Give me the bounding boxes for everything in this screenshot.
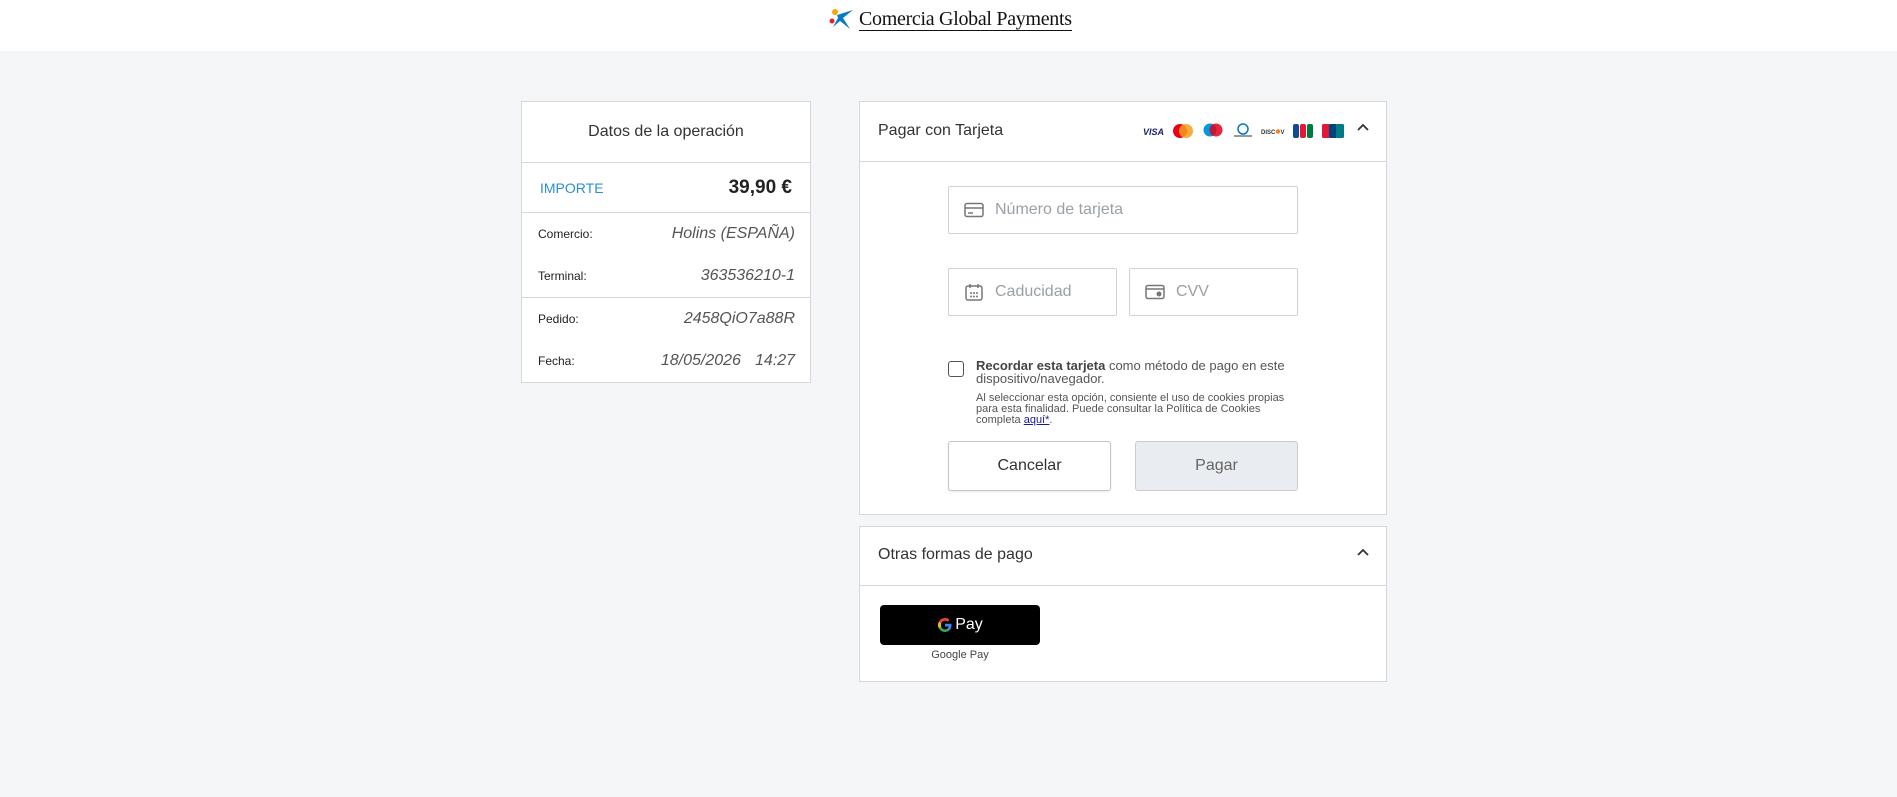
- terminal-value: 363536210-1: [700, 267, 795, 284]
- other-payments-panel: Otras formas de pago Pay Google Pay: [859, 526, 1387, 682]
- chevron-up-icon[interactable]: [1356, 545, 1370, 559]
- date-value: 18/05/2026 14:27: [661, 352, 795, 370]
- cvv-input[interactable]: [1174, 282, 1295, 302]
- cancel-button[interactable]: Cancelar: [948, 441, 1111, 491]
- discover-icon: DISC V: [1261, 123, 1285, 139]
- remember-card-label: Recordar esta tarjeta como método de pag…: [976, 359, 1306, 385]
- brand-logo: Comercia Global Payments: [829, 6, 1072, 32]
- merchant-value: Holins (ESPAÑA): [671, 225, 795, 242]
- chevron-up-icon[interactable]: [1356, 120, 1370, 134]
- other-panel-header[interactable]: Otras formas de pago: [860, 527, 1386, 586]
- diners-club-icon: [1231, 123, 1255, 139]
- cookie-consent-text: Al seleccionar esta opción, consiente el…: [976, 393, 1306, 426]
- star-logo-icon: [829, 9, 853, 29]
- top-bar: Comercia Global Payments: [0, 0, 1897, 51]
- detail-row-date: Fecha: 18/05/2026 14:27: [522, 340, 810, 382]
- other-panel-title: Otras formas de pago: [878, 546, 1033, 563]
- detail-row-merchant: Comercio: Holins (ESPAÑA): [522, 213, 810, 255]
- maestro-icon: [1201, 123, 1225, 139]
- expiry-field[interactable]: [948, 268, 1117, 316]
- cvv-field[interactable]: [1129, 268, 1298, 316]
- google-pay-caption: Google Pay: [931, 649, 989, 661]
- card-panel-header[interactable]: Pagar con Tarjeta VISA DISC V: [860, 102, 1386, 162]
- card-panel-title: Pagar con Tarjeta: [878, 122, 1004, 139]
- remember-card-checkbox[interactable]: [948, 361, 964, 377]
- credit-card-icon: [963, 199, 985, 221]
- date-day: 18/05/2026: [660, 352, 741, 369]
- brand-name: Comercia Global Payments: [859, 7, 1072, 31]
- card-number-field[interactable]: [948, 186, 1298, 234]
- unionpay-icon: [1321, 123, 1345, 139]
- amount-row: IMPORTE 39,90 €: [522, 163, 810, 213]
- order-label: Pedido:: [538, 312, 579, 326]
- svg-text:V: V: [1281, 130, 1285, 136]
- consent-body: Al seleccionar esta opción, consiente el…: [976, 392, 1285, 426]
- svg-text:VISA: VISA: [1143, 127, 1164, 137]
- card-number-input[interactable]: [993, 200, 1241, 220]
- jcb-icon: [1291, 123, 1315, 139]
- amount-value: 39,90 €: [728, 176, 792, 198]
- card-cvv-icon: [1144, 281, 1166, 303]
- summary-title: Datos de la operación: [522, 102, 810, 163]
- merchant-label: Comercio:: [538, 227, 593, 241]
- google-pay-label: Pay: [955, 616, 983, 633]
- consent-end: .: [1049, 414, 1053, 426]
- visa-icon: VISA: [1141, 123, 1165, 139]
- operation-summary: Datos de la operación IMPORTE 39,90 € Co…: [521, 101, 811, 383]
- google-pay-button[interactable]: Pay: [880, 605, 1040, 645]
- mastercard-icon: [1171, 123, 1195, 139]
- terminal-label: Terminal:: [538, 269, 587, 283]
- calendar-icon: [963, 281, 985, 303]
- detail-row-terminal: Terminal: 363536210-1: [522, 255, 810, 298]
- pay-button[interactable]: Pagar: [1135, 441, 1298, 491]
- order-value: 2458QiO7a88R: [683, 310, 795, 327]
- cookie-policy-link[interactable]: aquí*: [1024, 414, 1050, 426]
- date-time: 14:27: [754, 352, 795, 369]
- detail-row-order: Pedido: 2458QiO7a88R: [522, 298, 810, 340]
- card-payment-panel: Pagar con Tarjeta VISA DISC V Número de …: [859, 101, 1387, 515]
- expiry-input[interactable]: [993, 282, 1114, 302]
- amount-label: IMPORTE: [540, 179, 604, 196]
- date-label: Fecha:: [538, 354, 575, 368]
- google-g-icon: [938, 618, 952, 632]
- svg-text:DISC: DISC: [1261, 130, 1276, 136]
- card-brands: VISA DISC V: [1141, 123, 1345, 139]
